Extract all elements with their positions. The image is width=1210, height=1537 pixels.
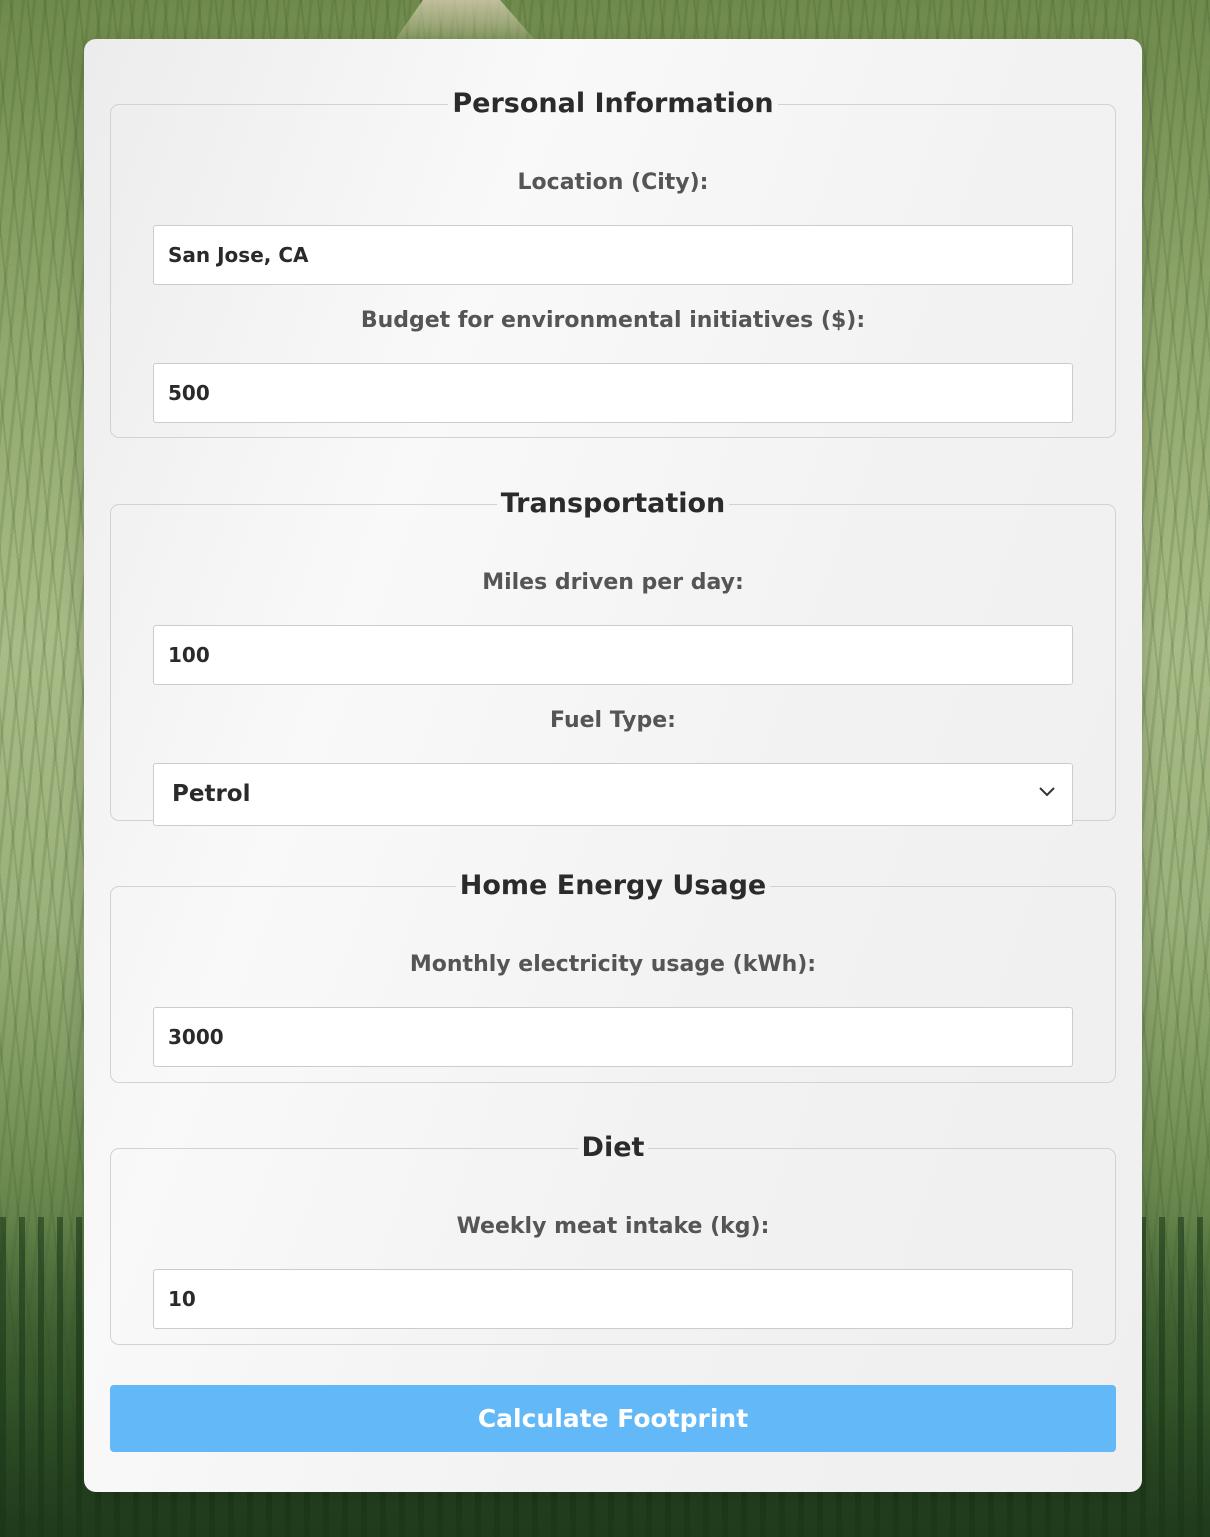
- fuel-type-label: Fuel Type:: [550, 708, 676, 733]
- electricity-usage-input[interactable]: 3000: [153, 1007, 1073, 1067]
- electricity-usage-label: Monthly electricity usage (kWh):: [409, 952, 817, 977]
- personal-information-section: Personal Information Location (City): Sa…: [110, 87, 1116, 438]
- home-energy-usage-section: Home Energy Usage Monthly electricity us…: [110, 869, 1116, 1083]
- fuel-type-selected-value: Petrol: [172, 781, 251, 807]
- miles-driven-label: Miles driven per day:: [482, 570, 744, 595]
- fuel-type-select[interactable]: Petrol: [153, 763, 1073, 826]
- footprint-form-card: Personal Information Location (City): Sa…: [84, 39, 1142, 1492]
- location-label: Location (City):: [517, 170, 709, 195]
- chevron-down-icon: [1039, 787, 1055, 797]
- meat-intake-input[interactable]: 10: [153, 1269, 1073, 1329]
- personal-information-legend: Personal Information: [452, 88, 774, 119]
- miles-driven-input[interactable]: 100: [153, 625, 1073, 685]
- diet-section: Diet Weekly meat intake (kg): 10: [110, 1131, 1116, 1345]
- background-path: [395, 0, 535, 40]
- home-energy-usage-legend: Home Energy Usage: [459, 870, 767, 901]
- budget-label: Budget for environmental initiatives ($)…: [360, 308, 866, 333]
- meat-intake-label: Weekly meat intake (kg):: [456, 1214, 770, 1239]
- budget-input[interactable]: 500: [153, 363, 1073, 423]
- diet-legend: Diet: [581, 1132, 645, 1163]
- transportation-legend: Transportation: [500, 488, 726, 519]
- transportation-section: Transportation Miles driven per day: 100…: [110, 487, 1116, 826]
- location-input[interactable]: San Jose, CA: [153, 225, 1073, 285]
- calculate-footprint-button[interactable]: Calculate Footprint: [110, 1385, 1116, 1452]
